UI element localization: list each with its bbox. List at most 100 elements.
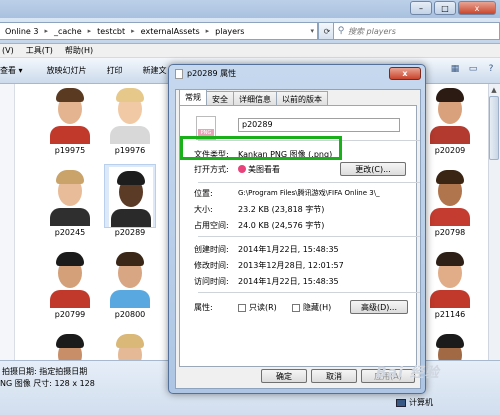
breadcrumb-item[interactable]: testcbt [94,27,128,36]
player-thumbnail[interactable]: p20245 [38,164,102,244]
player-hair [436,88,464,102]
player-shirt [430,290,470,308]
readonly-checkbox[interactable]: 只读(R) [238,302,277,313]
ok-button[interactable]: 确定 [261,369,307,383]
player-hair [56,170,84,184]
thumbnail-photo [48,330,92,360]
filename-field[interactable]: p20289 [238,118,400,132]
player-thumbnail[interactable]: p20799 [38,246,102,326]
player-hair [436,252,464,266]
player-thumbnail[interactable] [98,328,162,360]
minimize-button[interactable]: – [410,1,432,15]
navigation-pane-edge [0,84,15,360]
thumbnail-photo [48,166,92,226]
breadcrumb-item[interactable]: externalAssets [138,27,203,36]
player-hair [116,334,144,348]
breadcrumb-item[interactable]: players [212,27,247,36]
thumbnail-photo [108,330,152,360]
modified-value: 2013年12月28日, 12:01:57 [238,261,344,270]
hidden-checkbox[interactable]: 隐藏(H) [292,302,331,313]
cancel-button[interactable]: 取消 [311,369,357,383]
toolbar-view-button[interactable]: 查看 ▾ [0,65,33,76]
toolbar-print-button[interactable]: 打印 [97,65,133,76]
player-thumbnail[interactable]: p21146 [418,246,482,326]
help-icon[interactable]: ? [484,62,498,76]
player-hair [56,88,84,102]
dialog-close-button[interactable]: x [389,67,421,80]
menu-view[interactable]: (V) [0,46,24,55]
player-thumbnail[interactable] [38,328,102,360]
dialog-tabs: 常规 安全 详细信息 以前的版本 [179,89,328,105]
thumbnail-photo [109,167,153,227]
thumbnail-photo [48,84,92,144]
thumbnail-label: p20799 [54,310,86,319]
thumbnail-image [104,84,156,146]
computer-link[interactable]: 计算机 [396,397,433,408]
advanced-button[interactable]: 高级(D)... [350,300,408,314]
status-date: 拍摄日期: 指定拍摄日期 [2,367,88,376]
scrollbar-thumb[interactable] [489,96,499,160]
breadcrumb-separator-icon[interactable]: ▸ [203,27,213,35]
player-shirt [50,126,90,144]
tab-security[interactable]: 安全 [206,91,234,105]
preview-pane-icon[interactable]: ▭ [466,62,480,76]
dialog-title: p20289 属性 [187,69,237,78]
thumbnail-label: p19976 [114,146,146,155]
thumbnail-photo [48,248,92,308]
created-label: 创建时间: [194,245,229,254]
view-options-icon[interactable]: ▦ [448,62,462,76]
hidden-label: 隐藏(H) [303,303,332,312]
disk-size-value: 24.0 KB (24,576 字节) [238,221,325,230]
player-thumbnail[interactable]: p19976 [98,84,162,162]
thumbnail-photo [428,330,472,360]
player-shirt [50,208,90,226]
player-thumbnail[interactable]: p19975 [38,84,102,162]
player-thumbnail[interactable]: p20798 [418,164,482,244]
thumbnail-label: p20798 [434,228,466,237]
player-shirt [110,290,150,308]
thumbnail-label: p20245 [54,228,86,237]
created-value: 2014年1月22日, 15:48:35 [238,245,339,254]
toolbar-slideshow-button[interactable]: 放映幻灯片 [33,65,97,76]
breadcrumb[interactable]: Online 3 ▸ _cache ▸ testcbt ▸ externalAssets ▸ p… [0,22,318,40]
computer-icon [396,398,406,407]
accessed-label: 访问时间: [194,277,229,286]
player-hair [116,88,144,102]
png-file-icon [175,68,183,79]
toolbar-right: ▦ ▭ ? [448,62,498,76]
watermark: Bai 经验 [376,365,440,381]
breadcrumb-separator-icon[interactable]: ▸ [85,27,95,35]
player-thumbnail[interactable]: p20209 [418,84,482,162]
close-button[interactable]: x [458,1,496,15]
menu-tools[interactable]: 工具(T) [24,45,63,56]
search-input[interactable]: ⚲ 搜索 players [333,22,500,40]
tab-previous-versions[interactable]: 以前的版本 [276,91,328,105]
breadcrumb-dropdown-icon[interactable]: ▾ [307,27,317,35]
player-thumbnail[interactable] [418,328,482,360]
thumbnail-image [104,246,156,310]
divider [198,236,420,237]
breadcrumb-separator-icon[interactable]: ▸ [41,27,51,35]
breadcrumb-separator-icon[interactable]: ▸ [128,27,138,35]
hidden-box[interactable] [292,303,300,312]
breadcrumb-item[interactable]: Online 3 [2,27,41,36]
thumbnail-photo [108,248,152,308]
status-size: NG 图像 尺寸: 128 x 128 [0,379,95,388]
breadcrumb-item[interactable]: _cache [51,27,85,36]
readonly-box[interactable] [238,303,246,312]
thumbnail-image [104,328,156,360]
properties-dialog: p20289 属性 x 常规 安全 详细信息 以前的版本 PNG p20289 … [168,64,426,394]
maximize-button[interactable]: □ [434,1,456,15]
tab-details[interactable]: 详细信息 [233,91,277,105]
scroll-up-icon[interactable]: ▲ [488,84,500,96]
location-value: G:\Program Files\腾讯游戏\FIFA Online 3\_ [238,189,380,197]
player-hair [436,334,464,348]
menu-help[interactable]: 帮助(H) [63,45,103,56]
tab-general[interactable]: 常规 [179,89,207,105]
search-icon: ⚲ [337,26,345,36]
size-value: 23.2 KB (23,818 字节) [238,205,325,214]
change-button[interactable]: 更改(C)... [340,162,406,176]
modified-label: 修改时间: [194,261,229,270]
player-thumbnail[interactable]: p20289 [98,164,162,244]
player-thumbnail[interactable]: p20800 [98,246,162,326]
